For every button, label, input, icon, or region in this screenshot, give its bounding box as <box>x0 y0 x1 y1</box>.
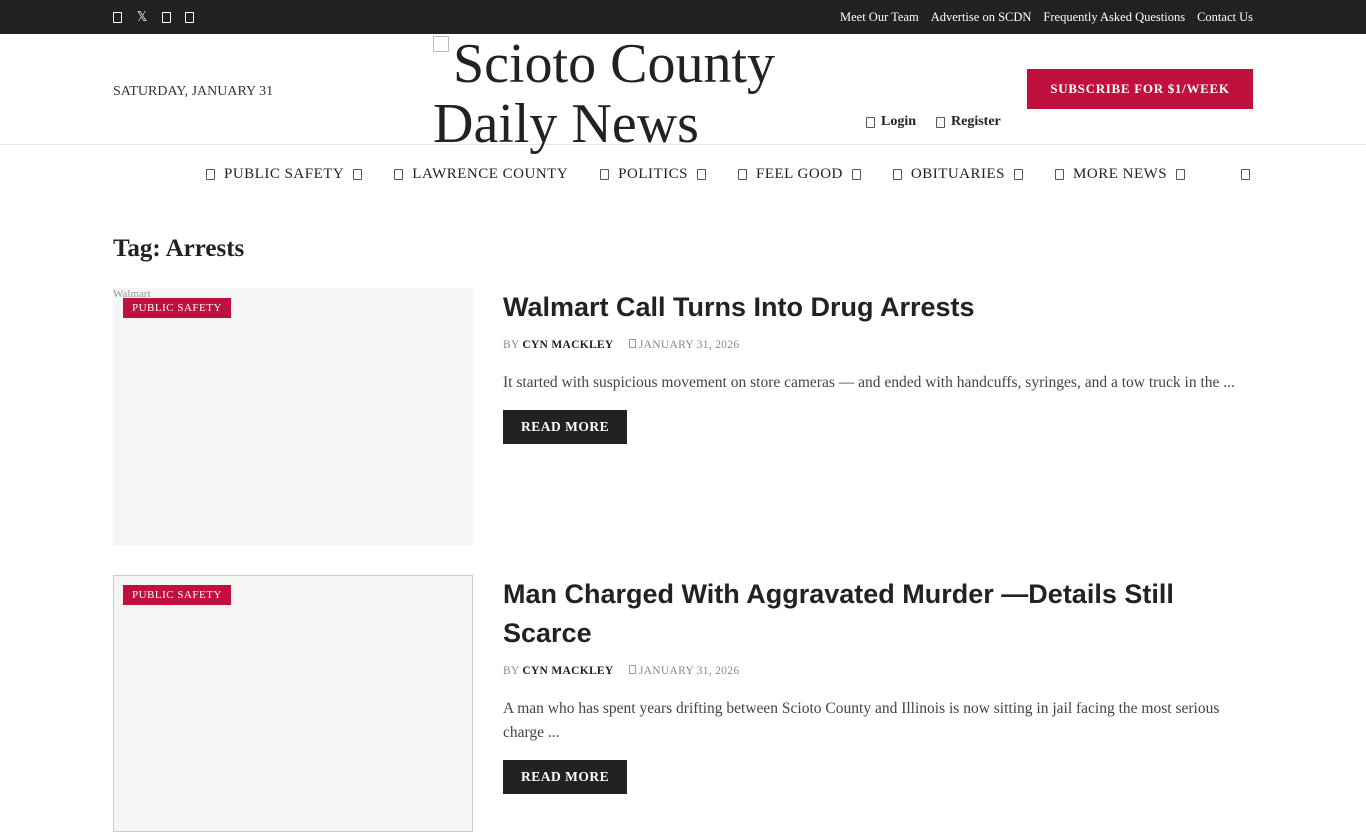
category-badge[interactable]: PUBLIC SAFETY <box>123 298 231 318</box>
chevron-down-icon <box>851 168 861 180</box>
clock-icon <box>628 339 636 348</box>
login-link[interactable]: Login <box>866 114 916 130</box>
read-more-button[interactable]: READ MORE <box>503 760 628 794</box>
category-badge[interactable]: PUBLIC SAFETY <box>123 585 231 605</box>
top-bar: 𝕏 Meet Our Team Advertise on SCDN Freque… <box>0 0 1366 34</box>
post-thumbnail[interactable]: PUBLIC SAFETY <box>113 575 473 832</box>
account-links: Login Register <box>866 114 1001 130</box>
heart-icon <box>738 168 747 180</box>
dove-icon <box>892 168 902 180</box>
site-logo[interactable]: Scioto County Daily News <box>433 34 793 154</box>
user-icon <box>866 116 875 128</box>
list-item: Walmart PUBLIC SAFETY Walmart Call Turns… <box>113 288 1253 545</box>
instagram-icon[interactable] <box>162 11 171 23</box>
page-title: Tag: Arrests <box>113 235 245 262</box>
x-twitter-icon[interactable]: 𝕏 <box>136 10 148 25</box>
youtube-icon[interactable] <box>185 11 194 23</box>
top-links: Meet Our Team Advertise on SCDN Frequent… <box>840 0 1253 34</box>
chevron-down-icon <box>1014 168 1024 180</box>
post-meta: BY CYN MACKLEY JANUARY 31, 2026 <box>503 339 1253 351</box>
nav-label: POLITICS <box>618 165 688 182</box>
byline-prefix: BY <box>503 665 520 677</box>
nav-item-obituaries[interactable]: OBITUARIES <box>892 165 1024 183</box>
post-date-wrap: JANUARY 31, 2026 <box>628 339 740 351</box>
nav-item-feel-good[interactable]: FEEL GOOD <box>738 166 861 183</box>
post-meta: BY CYN MACKLEY JANUARY 31, 2026 <box>503 665 1253 677</box>
post-date: JANUARY 31, 2026 <box>638 665 740 677</box>
read-more-button[interactable]: READ MORE <box>503 410 628 444</box>
link-meet-our-team[interactable]: Meet Our Team <box>840 10 919 25</box>
nav-label: MORE NEWS <box>1073 165 1168 182</box>
post-excerpt: A man who has spent years drifting betwe… <box>503 700 1220 741</box>
nav-label: PUBLIC SAFETY <box>224 165 345 182</box>
lock-icon <box>936 116 946 128</box>
list-item: PUBLIC SAFETY Man Charged With Aggravate… <box>113 575 1253 832</box>
link-faq[interactable]: Frequently Asked Questions <box>1043 10 1185 25</box>
post-thumbnail[interactable]: Walmart PUBLIC SAFETY <box>113 288 473 545</box>
post-date-wrap: JANUARY 31, 2026 <box>628 665 740 677</box>
shield-icon <box>206 168 215 180</box>
clock-icon <box>628 665 636 674</box>
byline-prefix: BY <box>503 339 520 351</box>
link-contact-us[interactable]: Contact Us <box>1197 10 1253 25</box>
newspaper-icon <box>1055 168 1065 180</box>
nav-item-politics[interactable]: POLITICS <box>600 166 706 183</box>
nav-label: FEEL GOOD <box>756 165 843 182</box>
map-icon <box>394 168 404 180</box>
post-title[interactable]: Man Charged With Aggravated Murder —Deta… <box>503 575 1253 653</box>
link-advertise[interactable]: Advertise on SCDN <box>931 10 1032 25</box>
post-author[interactable]: CYN MACKLEY <box>522 339 613 351</box>
broken-image-icon <box>433 36 449 52</box>
nav-items: PUBLIC SAFETY LAWRENCE COUNTY POLITICS F… <box>206 145 1186 203</box>
post-title[interactable]: Walmart Call Turns Into Drug Arrests <box>503 288 1253 327</box>
chevron-down-icon <box>353 168 363 180</box>
nav-label: OBITUARIES <box>910 165 1006 182</box>
site-header: SATURDAY, JANUARY 31 Scioto County Daily… <box>0 34 1366 154</box>
social-links: 𝕏 <box>113 0 194 34</box>
login-label: Login <box>881 114 917 129</box>
register-label: Register <box>951 114 1001 129</box>
nav-item-public-safety[interactable]: PUBLIC SAFETY <box>206 165 363 183</box>
post-content: Walmart Call Turns Into Drug Arrests BY … <box>503 288 1253 444</box>
header-date: SATURDAY, JANUARY 31 <box>113 84 274 99</box>
facebook-icon[interactable] <box>113 11 122 23</box>
nav-item-lawrence-county[interactable]: LAWRENCE COUNTY <box>394 166 568 183</box>
post-author[interactable]: CYN MACKLEY <box>522 665 613 677</box>
logo-alt-text: Scioto County Daily News <box>433 33 776 155</box>
nav-item-more-news[interactable]: MORE NEWS <box>1055 165 1186 183</box>
search-icon[interactable] <box>1241 169 1250 180</box>
main-nav: PUBLIC SAFETY LAWRENCE COUNTY POLITICS F… <box>0 145 1366 203</box>
post-date: JANUARY 31, 2026 <box>638 339 740 351</box>
register-link[interactable]: Register <box>936 114 1001 130</box>
chevron-down-icon <box>1176 168 1186 180</box>
post-excerpt: It started with suspicious movement on s… <box>503 374 1235 391</box>
subscribe-button[interactable]: SUBSCRIBE FOR $1/WEEK <box>1027 69 1253 109</box>
nav-label: LAWRENCE COUNTY <box>412 165 569 182</box>
post-content: Man Charged With Aggravated Murder —Deta… <box>503 575 1253 794</box>
flag-icon <box>600 168 610 180</box>
chevron-down-icon <box>697 168 706 180</box>
